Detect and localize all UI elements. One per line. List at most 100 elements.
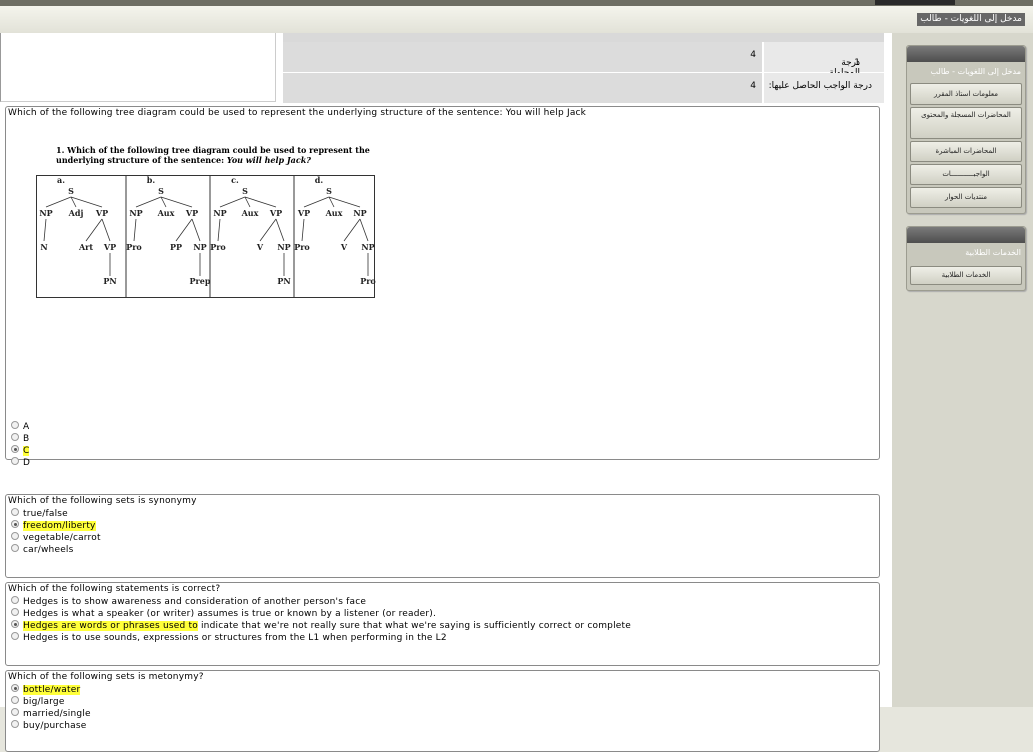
answer-option[interactable]: Hedges is to use sounds, expressions or …	[11, 632, 447, 644]
tree-option-label: a.	[57, 175, 65, 185]
answer-option[interactable]: Hedges is what a speaker (or writer) ass…	[11, 608, 436, 620]
radio-button[interactable]	[11, 720, 19, 728]
sidebar-item[interactable]: المحاضرات المباشرة	[910, 141, 1022, 162]
student-services-panel: الخدمات الطلابية الخدمات الطلابية	[906, 226, 1026, 291]
tree-node: VP	[185, 208, 198, 218]
title-bar: مدخل إلى اللغويات - طالب	[0, 6, 1033, 34]
radio-button[interactable]	[11, 684, 19, 692]
tree-branch	[43, 218, 47, 242]
tree-node: Pro	[360, 276, 376, 286]
tree-node: NP	[129, 208, 142, 218]
question-3-text: Which of the following statements is cor…	[8, 584, 221, 594]
answer-option[interactable]: married/single	[11, 708, 91, 720]
question-4: Which of the following sets is metonymy?…	[5, 670, 880, 752]
question-2: Which of the following sets is synonymy …	[5, 494, 880, 578]
diagram-question-text: 1. Which of the following tree diagram c…	[56, 145, 370, 165]
tree-node: V	[256, 242, 264, 252]
assignment-score-label: درجة الواجب الحاصل عليها:	[768, 81, 872, 91]
radio-button[interactable]	[11, 520, 19, 528]
answer-option[interactable]: car/wheels	[11, 544, 74, 556]
sidebar-item[interactable]: معلومات استاذ المقرر	[910, 83, 1022, 105]
attempt-info-table: 4 درجة المحاولة : 1 4 درجة الواجب الحاصل…	[0, 33, 884, 103]
tree-option-label: c.	[231, 175, 239, 185]
answer-option[interactable]: freedom/liberty	[11, 520, 96, 532]
option-label: Hedges is to show awareness and consider…	[23, 597, 367, 607]
tree-branch	[359, 218, 369, 242]
tree-node: S	[68, 186, 74, 196]
tree-branch	[101, 218, 111, 242]
tree-branch	[135, 196, 162, 208]
tree-node: PN	[103, 276, 116, 286]
sidebar-item[interactable]: الواجبـــــــــــات	[910, 164, 1022, 185]
radio-button[interactable]	[11, 421, 19, 429]
radio-button[interactable]	[11, 632, 19, 640]
main-content: 4 درجة المحاولة : 1 4 درجة الواجب الحاصل…	[0, 33, 892, 752]
radio-button[interactable]	[11, 608, 19, 616]
course-menu-title: مدخل إلى اللغويات - طالب	[930, 67, 1021, 76]
answer-option[interactable]: B	[11, 433, 29, 445]
radio-button[interactable]	[11, 433, 19, 441]
option-label: C	[23, 446, 30, 456]
answer-option[interactable]: bottle/water	[11, 684, 81, 696]
tree-node: Pro	[210, 242, 226, 252]
sidebar-item[interactable]: المحاضرات المسجلة والمحتوى	[910, 107, 1022, 139]
tree-node: PN	[277, 276, 290, 286]
answer-option[interactable]: D	[11, 457, 30, 469]
tree-node: Pro	[126, 242, 142, 252]
radio-button[interactable]	[11, 620, 19, 628]
attempt-score-label-cell: درجة المحاولة : 1	[764, 42, 884, 88]
tree-node: NP	[277, 242, 290, 252]
option-label: true/false	[23, 509, 68, 519]
info-empty-cell	[0, 33, 276, 102]
radio-button[interactable]	[11, 457, 19, 465]
panel-header	[907, 46, 1025, 62]
answer-option[interactable]: buy/purchase	[11, 720, 87, 732]
radio-button[interactable]	[11, 508, 19, 516]
option-label-highlight: Hedges are words or phrases used to	[23, 621, 198, 631]
radio-button[interactable]	[11, 696, 19, 704]
radio-button[interactable]	[11, 596, 19, 604]
info-top-row	[283, 33, 884, 42]
page-title: مدخل إلى اللغويات - طالب	[917, 13, 1025, 26]
student-services-button[interactable]: الخدمات الطلابية	[910, 266, 1022, 285]
attempt-score-row: 4 درجة المحاولة : 1	[283, 42, 884, 88]
assignment-score-value: 4	[750, 81, 756, 91]
option-label: Hedges is to use sounds, expressions or …	[23, 633, 447, 643]
radio-button[interactable]	[11, 544, 19, 552]
tree-node: PP	[170, 242, 182, 252]
course-menu-panel: مدخل إلى اللغويات - طالب معلومات استاذ ا…	[906, 45, 1026, 214]
answer-option[interactable]: true/false	[11, 508, 68, 520]
option-label: freedom/liberty	[23, 521, 96, 531]
answer-option[interactable]: Hedges are words or phrases used to indi…	[11, 620, 631, 632]
panel-header	[907, 227, 1025, 243]
student-services-title: الخدمات الطلابية	[965, 248, 1021, 257]
radio-button[interactable]	[11, 708, 19, 716]
answer-option[interactable]: Hedges is to show awareness and consider…	[11, 596, 366, 608]
tree-option-label: b.	[147, 175, 156, 185]
option-label: A	[23, 422, 30, 432]
option-label-rest: indicate that we're not really sure that…	[200, 621, 631, 631]
radio-button[interactable]	[11, 445, 19, 453]
radio-button[interactable]	[11, 532, 19, 540]
tree-branch	[191, 218, 201, 242]
answer-option[interactable]: big/large	[11, 696, 65, 708]
diagram-question: 1. Which of the following tree diagram c…	[56, 145, 376, 165]
answer-option[interactable]: A	[11, 421, 29, 433]
sidebar-item[interactable]: منتديات الحوار	[910, 187, 1022, 208]
option-label: bottle/water	[23, 685, 81, 695]
sidebar: مدخل إلى اللغويات - طالب معلومات استاذ ا…	[892, 33, 1033, 707]
answer-option[interactable]: vegetable/carrot	[11, 532, 101, 544]
tree-option-label: d.	[315, 175, 324, 185]
tree-branch	[85, 218, 103, 242]
tree-node: S	[242, 186, 248, 196]
tree-node: VP	[297, 208, 310, 218]
tree-node: Prep	[190, 276, 211, 286]
top-tab[interactable]	[875, 0, 955, 5]
answer-option[interactable]: C	[11, 445, 30, 457]
tree-branch	[301, 218, 305, 242]
option-label: D	[23, 458, 31, 468]
tree-node: S	[326, 186, 332, 196]
option-label: B	[23, 434, 30, 444]
assignment-score-cell: 4	[283, 73, 762, 103]
tree-branch	[275, 218, 285, 242]
